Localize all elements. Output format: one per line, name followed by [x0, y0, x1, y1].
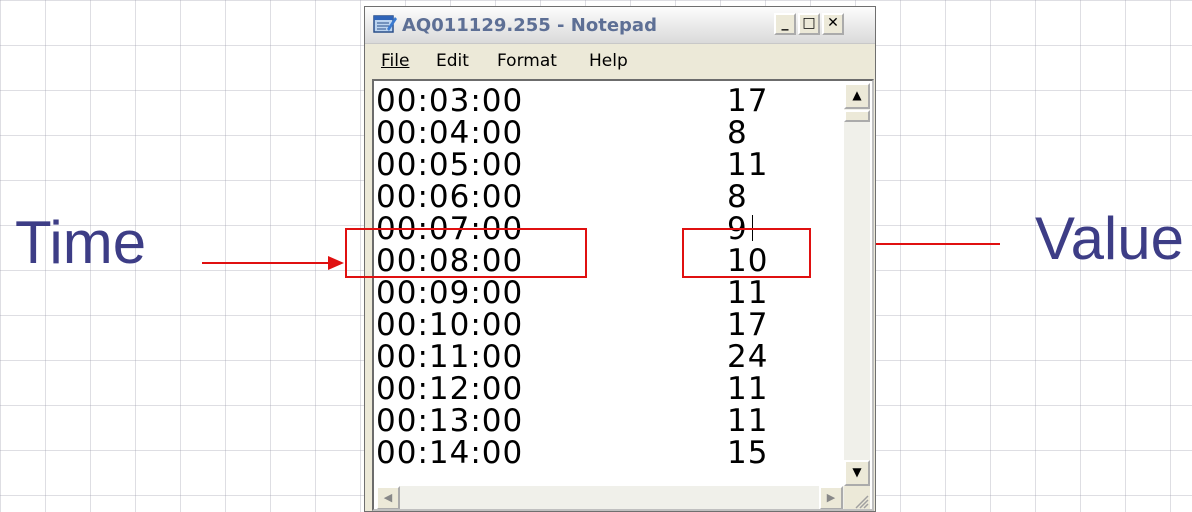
time-cell: 00:14:00	[376, 435, 524, 471]
resize-grip[interactable]	[844, 486, 870, 509]
time-highlight-box	[345, 228, 587, 278]
value-annotation-label: Value	[1035, 205, 1185, 272]
arrow-down-icon: ▼	[852, 465, 862, 479]
value-cell: 11	[727, 403, 769, 439]
time-cell: 00:13:00	[376, 403, 524, 439]
arrow-left-icon: ◀	[383, 491, 393, 504]
value-cell: 8	[727, 179, 748, 215]
time-arrow	[202, 256, 344, 270]
value-highlight-box	[682, 228, 811, 278]
title-bar[interactable]: AQ011129.255 - Notepad _ □ ✕	[365, 7, 875, 44]
menu-format-label: Format	[497, 51, 557, 71]
time-annotation-label: Time	[15, 209, 147, 276]
scroll-down-button[interactable]: ▼	[844, 460, 870, 486]
time-cell: 00:10:00	[376, 307, 524, 343]
horizontal-scrollbar[interactable]: ◀ ▶	[376, 486, 844, 509]
value-cell: 24	[727, 339, 769, 375]
time-cell: 00:05:00	[376, 147, 524, 183]
scroll-right-button[interactable]: ▶	[819, 486, 843, 509]
maximize-button[interactable]: □	[798, 13, 820, 35]
notepad-icon	[373, 15, 397, 33]
time-cell: 00:11:00	[376, 339, 524, 375]
value-cell: 17	[727, 307, 769, 343]
menu-format[interactable]: Format	[497, 51, 557, 71]
text-editor-area[interactable]: 00:03:00 17 00:04:00 8 00:05:00 11 00:06:00…	[372, 79, 874, 511]
minimize-icon: _	[781, 15, 789, 31]
menu-file-label: File	[381, 51, 410, 71]
time-cell: 00:03:00	[376, 83, 524, 119]
maximize-icon: □	[802, 15, 816, 31]
value-cell: 11	[727, 275, 769, 311]
time-cell: 00:12:00	[376, 371, 524, 407]
scroll-left-button[interactable]: ◀	[376, 486, 400, 509]
vertical-scroll-thumb[interactable]	[844, 110, 870, 122]
minimize-button[interactable]: _	[774, 13, 796, 35]
time-cell: 00:09:00	[376, 275, 524, 311]
value-cell: 8	[727, 115, 748, 151]
resize-grip-icon	[855, 495, 869, 509]
close-icon: ✕	[827, 15, 839, 31]
menu-edit-label: Edit	[436, 51, 469, 71]
scroll-up-button[interactable]: ▲	[844, 83, 870, 109]
value-cell: 17	[727, 83, 769, 119]
arrow-up-icon: ▲	[852, 88, 862, 102]
time-cell: 00:04:00	[376, 115, 524, 151]
value-cell: 11	[727, 371, 769, 407]
menu-help[interactable]: Help	[589, 51, 628, 71]
value-cell: 15	[727, 435, 769, 471]
menu-file[interactable]: File	[381, 51, 409, 71]
menu-help-label: Help	[589, 51, 628, 71]
menu-edit[interactable]: Edit	[436, 51, 469, 71]
window-title: AQ011129.255 - Notepad	[402, 15, 657, 36]
close-button[interactable]: ✕	[822, 13, 844, 35]
vertical-scrollbar[interactable]: ▲ ▼	[844, 83, 870, 486]
time-cell: 00:06:00	[376, 179, 524, 215]
menu-bar: File Edit Format Help	[365, 44, 875, 78]
value-cell: 11	[727, 147, 769, 183]
arrow-right-icon: ▶	[826, 491, 836, 504]
